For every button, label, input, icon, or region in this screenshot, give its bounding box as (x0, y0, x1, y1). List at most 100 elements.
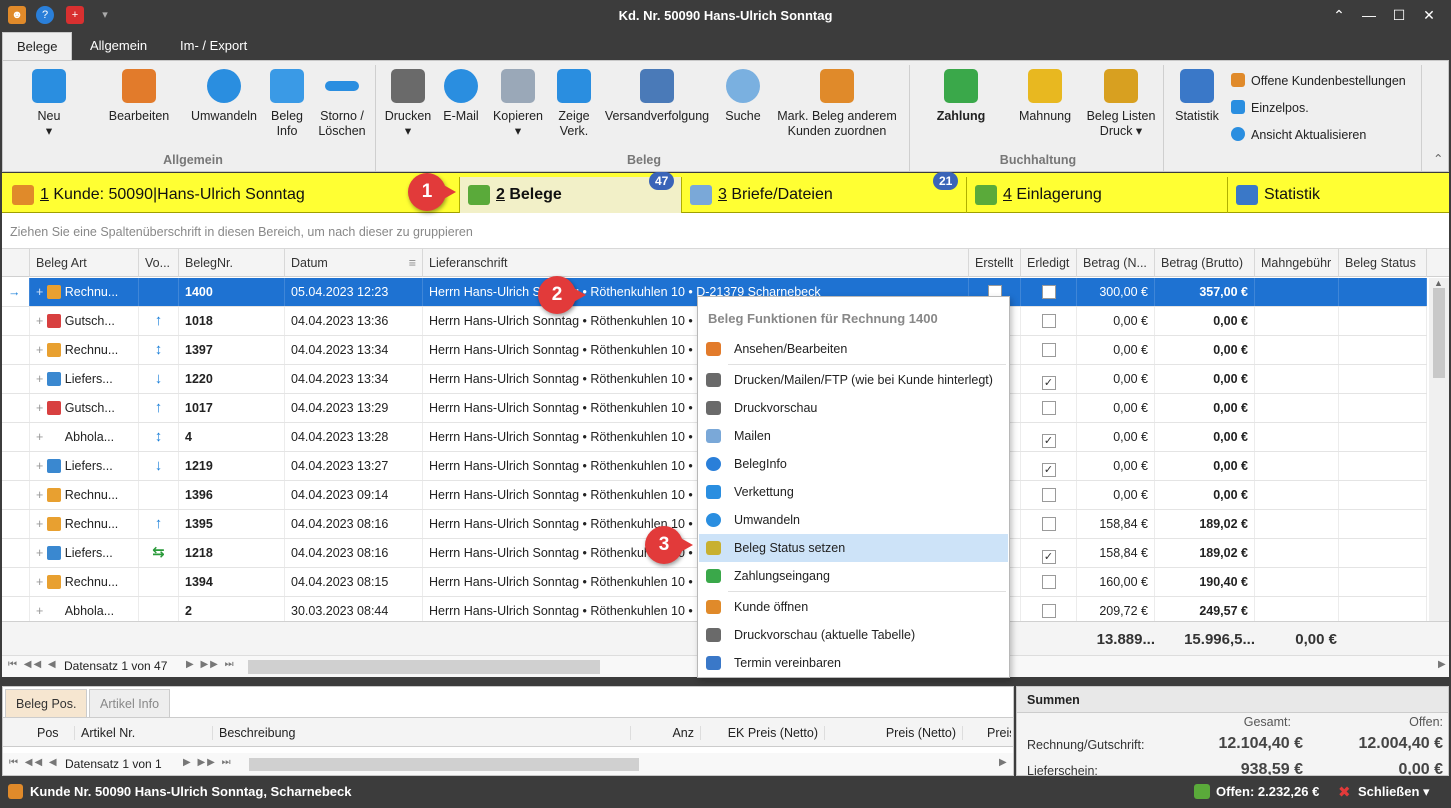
cell-beleg-status[interactable] (1339, 510, 1427, 538)
ribbon-tab-allgemein[interactable]: Allgemein (76, 32, 161, 60)
column-header-betrag-brutto[interactable]: Betrag (Brutto) (1155, 249, 1255, 277)
tab-einlagerung[interactable]: 4 Einlagerung (967, 177, 1228, 213)
expand-icon[interactable]: + (36, 343, 47, 357)
cell-beleg-art[interactable]: + Liefers... (30, 539, 139, 567)
cell-beleg-art[interactable]: + Abhola... (30, 597, 139, 621)
cell-beleg-status[interactable] (1339, 597, 1427, 621)
horizontal-scrollbar-thumb[interactable] (249, 758, 639, 771)
filter-icon[interactable]: ≡ (409, 249, 416, 276)
cell-betrag-netto[interactable]: 0,00 € (1077, 481, 1155, 509)
column-header-erstellt[interactable]: Erstellt (969, 249, 1021, 277)
email-button[interactable]: E-Mail (439, 69, 483, 124)
cell-betrag-netto[interactable]: 0,00 € (1077, 307, 1155, 335)
group-panel[interactable]: Ziehen Sie eine Spaltenüberschrift in di… (2, 213, 1449, 249)
cell-beleg-art[interactable]: + Rechnu... (30, 568, 139, 596)
close-button[interactable]: ✕ (1414, 4, 1444, 26)
convert-button[interactable]: Umwandeln (187, 69, 261, 124)
erledigt-checkbox[interactable] (1041, 488, 1056, 502)
cell-erledigt[interactable] (1021, 278, 1077, 306)
column-header-pos[interactable]: Pos (31, 726, 75, 740)
cell-vorgang[interactable]: ↕ (139, 336, 179, 364)
ribbon-tab-import-export[interactable]: Im- / Export (166, 32, 261, 60)
cell-vorgang[interactable]: ↑ (139, 307, 179, 335)
cell-erledigt[interactable] (1021, 510, 1077, 538)
cell-mahngebuehr[interactable] (1255, 423, 1339, 451)
cell-betrag-brutto[interactable]: 0,00 € (1155, 394, 1255, 422)
horizontal-scrollbar-thumb[interactable] (248, 660, 600, 674)
vertical-scrollbar[interactable]: ▲ (1429, 278, 1449, 621)
open-orders-button[interactable]: Offene Kundenbestellungen (1231, 73, 1406, 88)
expand-icon[interactable]: + (36, 430, 47, 444)
menu-item-convert[interactable]: Umwandeln (699, 506, 1008, 534)
cell-beleg-art[interactable]: + Rechnu... (30, 336, 139, 364)
erledigt-checkbox[interactable] (1041, 517, 1056, 531)
erledigt-checkbox[interactable]: ✓ (1041, 550, 1056, 564)
menu-item-beleginfo[interactable]: BelegInfo (699, 450, 1008, 478)
erledigt-checkbox[interactable] (1041, 401, 1056, 415)
cell-belegnr[interactable]: 1400 (179, 278, 285, 306)
cell-betrag-netto[interactable]: 0,00 € (1077, 365, 1155, 393)
cell-beleg-status[interactable] (1339, 452, 1427, 480)
cell-betrag-netto[interactable]: 158,84 € (1077, 510, 1155, 538)
cell-beleg-art[interactable]: + Liefers... (30, 365, 139, 393)
cell-belegnr[interactable]: 1018 (179, 307, 285, 335)
storno-delete-button[interactable]: Storno / Löschen (313, 69, 371, 139)
cell-betrag-netto[interactable]: 300,00 € (1077, 278, 1155, 306)
cell-datum[interactable]: 04.04.2023 13:34 (285, 365, 423, 393)
cell-erledigt[interactable] (1021, 568, 1077, 596)
expand-icon[interactable]: + (36, 517, 47, 531)
cell-belegnr[interactable]: 1394 (179, 568, 285, 596)
cell-erledigt[interactable]: ✓ (1021, 452, 1077, 480)
expand-icon[interactable]: + (36, 488, 47, 502)
reminder-button[interactable]: Mahnung (1013, 69, 1077, 124)
menu-item-schedule[interactable]: Termin vereinbaren (699, 649, 1008, 677)
cell-beleg-status[interactable] (1339, 568, 1427, 596)
scroll-up-icon[interactable]: ▲ (1434, 278, 1443, 288)
column-header-erledigt[interactable]: Erledigt (1021, 249, 1077, 277)
cell-erledigt[interactable] (1021, 597, 1077, 621)
cell-vorgang[interactable] (139, 481, 179, 509)
cell-betrag-brutto[interactable]: 357,00 € (1155, 278, 1255, 306)
cell-betrag-brutto[interactable]: 0,00 € (1155, 307, 1255, 335)
cell-beleg-status[interactable] (1339, 278, 1427, 306)
cell-vorgang[interactable]: ↑ (139, 394, 179, 422)
cell-datum[interactable]: 04.04.2023 13:34 (285, 336, 423, 364)
cell-datum[interactable]: 04.04.2023 09:14 (285, 481, 423, 509)
menu-item-print-preview[interactable]: Druckvorschau (699, 394, 1008, 422)
tab-kunde[interactable]: 1 Kunde: 50090|Hans-Ulrich Sonntag (4, 177, 460, 213)
expand-icon[interactable]: + (36, 459, 47, 473)
menu-item-set-status[interactable]: Beleg Status setzen (699, 534, 1008, 562)
refresh-view-button[interactable]: Ansicht Aktualisieren (1231, 127, 1366, 142)
scrollbar-thumb[interactable] (1433, 288, 1445, 378)
cell-belegnr[interactable]: 1396 (179, 481, 285, 509)
search-button[interactable]: Suche (721, 69, 765, 124)
tab-beleg-pos[interactable]: Beleg Pos. (5, 689, 88, 717)
expand-icon[interactable]: + (36, 401, 47, 415)
column-header-beschreibung[interactable]: Beschreibung (213, 726, 631, 740)
cell-mahngebuehr[interactable] (1255, 481, 1339, 509)
cell-belegnr[interactable]: 1017 (179, 394, 285, 422)
column-header-lieferanschrift[interactable]: Lieferanschrift (423, 249, 969, 277)
cell-vorgang[interactable] (139, 278, 179, 306)
nav-next-last-icon[interactable]: ▶ ▶▶ ⏭ (183, 757, 233, 768)
cell-betrag-netto[interactable]: 0,00 € (1077, 423, 1155, 451)
cell-datum[interactable]: 04.04.2023 13:36 (285, 307, 423, 335)
erledigt-checkbox[interactable] (1041, 314, 1056, 328)
cell-betrag-brutto[interactable]: 249,57 € (1155, 597, 1255, 621)
cell-mahngebuehr[interactable] (1255, 365, 1339, 393)
expand-icon[interactable]: + (36, 604, 47, 618)
cell-beleg-status[interactable] (1339, 423, 1427, 451)
print-button[interactable]: Drucken ▾ (381, 69, 435, 139)
tab-statistik[interactable]: Statistik (1228, 177, 1449, 213)
cell-mahngebuehr[interactable] (1255, 394, 1339, 422)
cell-betrag-netto[interactable]: 158,84 € (1077, 539, 1155, 567)
cell-vorgang[interactable]: ⇆ (139, 539, 179, 567)
column-header-artikel-nr[interactable]: Artikel Nr. (75, 726, 213, 740)
copy-button[interactable]: Kopieren ▾ (489, 69, 547, 139)
column-header-anz[interactable]: Anz (631, 726, 701, 740)
edit-button[interactable]: Bearbeiten (103, 69, 175, 124)
column-header-ek-preis[interactable]: EK Preis (Netto) (701, 726, 825, 740)
minimize-button[interactable]: — (1354, 4, 1384, 26)
statistics-button[interactable]: Statistik (1167, 69, 1227, 124)
cell-erledigt[interactable] (1021, 307, 1077, 335)
